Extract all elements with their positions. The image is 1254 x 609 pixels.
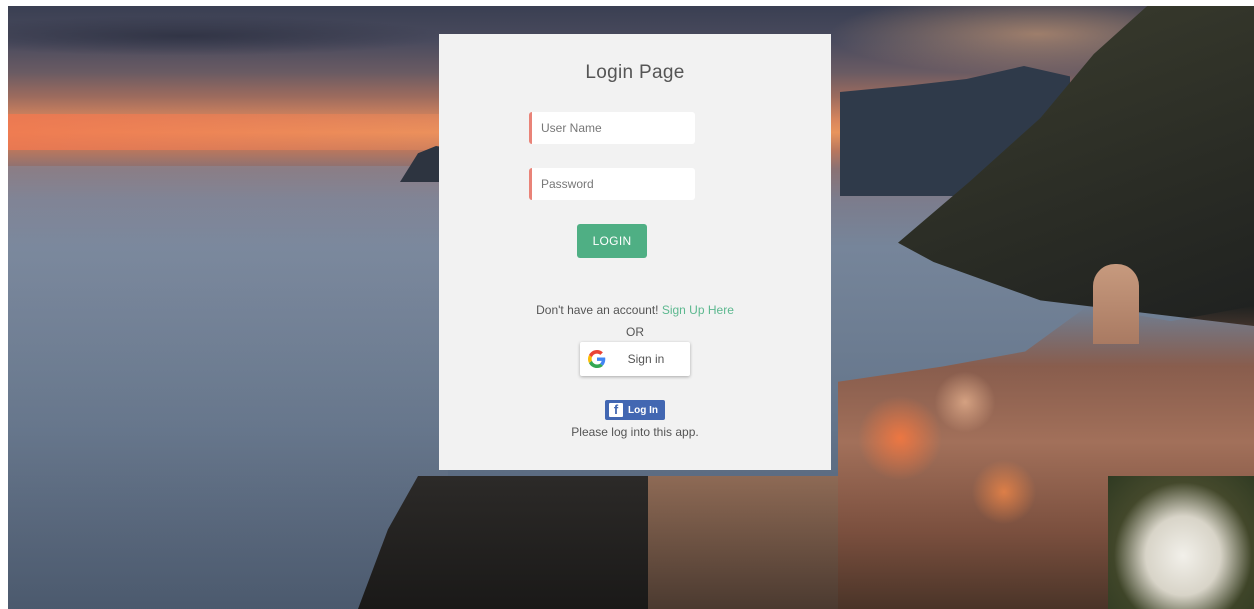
google-sign-in-label: Sign in [627, 352, 665, 366]
facebook-login-note: Please log into this app. [571, 425, 699, 439]
facebook-login-button[interactable]: f Log In [605, 400, 665, 420]
signup-prompt: Don't have an account! Sign Up Here [439, 303, 831, 317]
google-sign-in-button[interactable]: Sign in [580, 342, 690, 376]
login-card: Login Page LOGIN Don't have an account! … [439, 34, 831, 470]
or-separator: OR [626, 325, 644, 339]
username-input[interactable] [529, 112, 695, 144]
page-title: Login Page [585, 62, 685, 83]
facebook-icon: f [609, 403, 623, 417]
password-input[interactable] [529, 168, 695, 200]
signup-prompt-text: Don't have an account! [536, 303, 659, 317]
signup-link[interactable]: Sign Up Here [662, 303, 734, 317]
google-icon [588, 350, 606, 368]
facebook-login-label: Log In [628, 404, 658, 416]
login-button[interactable]: LOGIN [577, 224, 647, 258]
